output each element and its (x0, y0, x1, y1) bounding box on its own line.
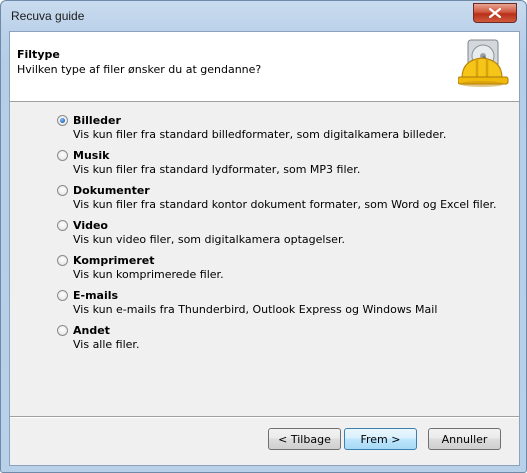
option-label: Video (73, 219, 108, 232)
option-description: Vis alle filer. (73, 338, 140, 351)
option-label: Billeder (73, 114, 121, 127)
option-description: Vis kun filer fra standard billedformate… (73, 128, 447, 141)
option-description: Vis kun video filer, som digitalkamera o… (73, 233, 345, 246)
option-description: Vis kun filer fra standard kontor dokume… (73, 198, 497, 211)
radio-button[interactable] (57, 255, 68, 266)
radio-button[interactable] (57, 150, 68, 161)
close-button[interactable] (473, 3, 517, 23)
radio-button[interactable] (57, 220, 68, 231)
option-video[interactable]: Video Vis kun video filer, som digitalka… (57, 219, 477, 251)
cancel-button[interactable]: Annuller (428, 428, 501, 450)
recuva-hardhat-drive-icon (458, 39, 509, 87)
radio-button-checked[interactable] (57, 115, 68, 126)
option-description: Vis kun komprimerede filer. (73, 268, 224, 281)
option-andet[interactable]: Andet Vis alle filer. (57, 324, 477, 356)
option-e-mails[interactable]: E-mails Vis kun e-mails fra Thunderbird,… (57, 289, 477, 321)
back-button[interactable]: < Tilbage (268, 428, 341, 450)
wizard-header: Filtype Hvilken type af filer ønsker du … (10, 32, 519, 102)
title-bar[interactable]: Recuva guide (1, 1, 526, 31)
option-komprimeret[interactable]: Komprimeret Vis kun komprimerede filer. (57, 254, 477, 286)
close-icon (489, 8, 501, 18)
option-label: Komprimeret (73, 254, 155, 267)
radio-button[interactable] (57, 325, 68, 336)
option-dokumenter[interactable]: Dokumenter Vis kun filer fra standard ko… (57, 184, 496, 216)
next-button[interactable]: Frem > (344, 428, 417, 450)
page-title: Filtype (17, 48, 60, 61)
option-label: Dokumenter (73, 184, 150, 197)
option-musik[interactable]: Musik Vis kun filer fra standard lydform… (57, 149, 477, 181)
option-billeder[interactable]: Billeder Vis kun filer fra standard bill… (57, 114, 477, 146)
option-label: E-mails (73, 289, 119, 302)
window-title: Recuva guide (11, 9, 85, 23)
page-subtitle: Hvilken type af filer ønsker du at genda… (17, 63, 262, 76)
radio-button[interactable] (57, 185, 68, 196)
option-description: Vis kun filer fra standard lydformater, … (73, 163, 361, 176)
radio-button[interactable] (57, 290, 68, 301)
option-label: Andet (73, 324, 110, 337)
option-label: Musik (73, 149, 110, 162)
wizard-content: Filtype Hvilken type af filer ønsker du … (9, 31, 520, 466)
wizard-window: Recuva guide Filtype Hvilken type af fil… (0, 0, 527, 473)
footer-divider-highlight (10, 417, 519, 418)
option-description: Vis kun e-mails fra Thunderbird, Outlook… (73, 303, 438, 316)
